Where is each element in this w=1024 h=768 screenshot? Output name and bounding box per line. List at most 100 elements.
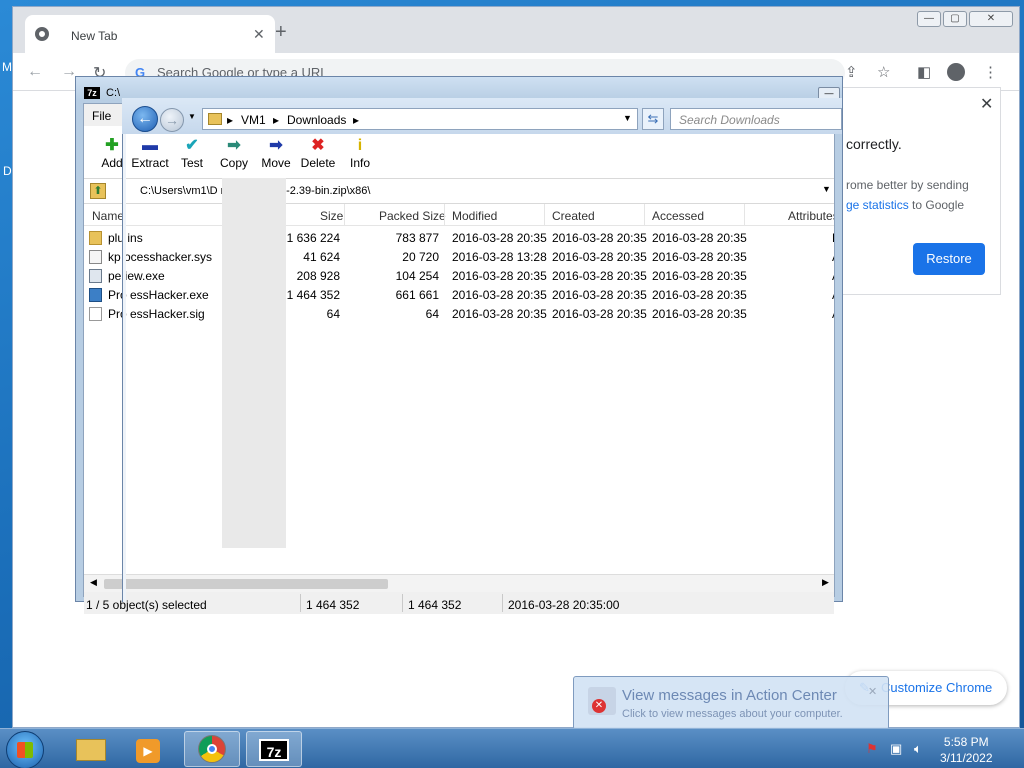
close-window-button[interactable]: ✕: [969, 11, 1013, 27]
refresh-icon[interactable]: ⇆: [642, 108, 664, 130]
tab-new-tab[interactable]: New Tab ✕: [25, 15, 275, 53]
customize-label: Customize Chrome: [881, 680, 993, 695]
column-modified[interactable]: Modified: [452, 209, 497, 223]
cell-accessed: 2016-03-28 20:35: [652, 269, 747, 283]
cell-packed: 20 720: [402, 250, 439, 264]
column-name[interactable]: Name: [92, 209, 124, 223]
cell-accessed: 2016-03-28 20:35: [652, 288, 747, 302]
toolbar-label: Extract: [131, 156, 169, 170]
network-icon[interactable]: ▣: [890, 741, 902, 757]
recent-dropdown-icon[interactable]: ▼: [188, 112, 196, 121]
test-check-icon: ✔: [185, 137, 199, 154]
maximize-button[interactable]: ▢: [943, 11, 967, 27]
column-divider: [344, 204, 345, 226]
move-arrow-icon: ➡: [269, 137, 283, 154]
column-packed-size[interactable]: Packed Size: [379, 209, 446, 223]
usage-statistics-link[interactable]: ge statistics: [846, 198, 909, 212]
info-button[interactable]: i Info: [336, 136, 384, 170]
scroll-right-icon[interactable]: ▶: [822, 577, 829, 588]
clock-time: 5:58 PM: [943, 735, 989, 749]
delete-x-icon: ✖: [311, 137, 325, 154]
copy-button[interactable]: ➡ Copy: [210, 136, 258, 170]
7zip-icon: 7z: [259, 739, 289, 761]
breadcrumb-vm1[interactable]: VM1: [241, 113, 266, 127]
close-icon[interactable]: ✕: [253, 26, 265, 43]
close-icon[interactable]: ✕: [868, 685, 877, 698]
clock[interactable]: 5:58 PM 3/11/2022: [940, 734, 993, 766]
breadcrumb-separator-icon: ▸: [227, 113, 234, 127]
delete-button[interactable]: ✖ Delete: [294, 136, 342, 170]
move-button[interactable]: ➡ Move: [252, 136, 300, 170]
path-bar: ⬆ C:\Users\vm1\D rocesshacker-2.39-bin.z…: [84, 178, 834, 204]
7zip-window: 7z C:\ — File ✚ Add ▬ Extract ✔ Test ➡ Copy …: [75, 76, 843, 614]
chevron-down-icon[interactable]: ▼: [623, 113, 632, 123]
table-row[interactable]: kp ocesshacker.sys 41 624 20 720 2016-03…: [84, 248, 834, 267]
taskbar-explorer[interactable]: [64, 731, 120, 767]
table-row[interactable]: Pro essHacker.sig 64 64 2016-03-28 20:35…: [84, 305, 834, 324]
taskbar-7zip[interactable]: 7z: [246, 731, 302, 767]
chrome-icon: [198, 735, 226, 763]
horizontal-scrollbar[interactable]: ◀ ▶: [84, 574, 834, 592]
test-button[interactable]: ✔ Test: [168, 136, 216, 170]
popup-text: rome better by sending: [846, 178, 969, 192]
column-created[interactable]: Created: [552, 209, 595, 223]
close-icon[interactable]: ✕: [980, 94, 993, 114]
table-row[interactable]: pe iew.exe 208 928 104 254 2016-03-28 20…: [84, 267, 834, 286]
status-divider: [502, 594, 503, 612]
star-icon[interactable]: ☆: [877, 63, 890, 81]
toolbar-label: Add: [101, 156, 123, 170]
kebab-menu-icon[interactable]: ⋮: [983, 63, 998, 81]
7zip-app-icon: 7z: [84, 87, 100, 99]
search-input[interactable]: Search Downloads: [670, 108, 842, 130]
breadcrumb-separator-icon: ▸: [353, 113, 360, 127]
taskbar-media-player[interactable]: ▶: [122, 731, 178, 767]
7zip-client: File ✚ Add ▬ Extract ✔ Test ➡ Copy ➡ Move ✖ De…: [83, 103, 835, 614]
back-arrow-icon[interactable]: ←: [27, 63, 43, 81]
cell-created: 2016-03-28 20:35: [552, 250, 647, 264]
scroll-left-icon[interactable]: ◀: [90, 577, 97, 588]
extract-button[interactable]: ▬ Extract: [126, 136, 174, 170]
column-attributes[interactable]: Attributes: [788, 209, 834, 223]
cell-packed: 661 661: [395, 288, 439, 302]
minimize-button[interactable]: —: [917, 11, 941, 27]
folder-icon: [208, 113, 222, 125]
breadcrumb-downloads[interactable]: Downloads: [287, 113, 346, 127]
taskbar-chrome[interactable]: [184, 731, 240, 767]
cell-attributes: A: [832, 307, 834, 321]
clock-date: 3/11/2022: [940, 751, 993, 765]
cell-accessed: 2016-03-28 20:35: [652, 231, 747, 245]
restore-button[interactable]: Restore: [913, 243, 985, 275]
action-center-balloon[interactable]: ✕ View messages in Action Center Click t…: [573, 676, 889, 730]
table-row[interactable]: Pro essHacker.exe 1 464 352 661 661 2016…: [84, 286, 834, 305]
exe-file-icon: [89, 269, 102, 283]
toolbar-label: Delete: [300, 156, 336, 170]
action-center-tray-icon[interactable]: ⚑: [866, 741, 878, 757]
profile-avatar[interactable]: [947, 63, 965, 81]
cell-packed: 783 877: [395, 231, 439, 245]
file-list: Name Size Packed Size Modified Created A…: [84, 204, 834, 574]
volume-icon[interactable]: 🔈︎: [914, 741, 922, 757]
balloon-title: View messages in Action Center: [622, 687, 837, 704]
table-row[interactable]: plu ins 1 636 224 783 877 2016-03-28 20:…: [84, 229, 834, 248]
menu-file[interactable]: File: [92, 109, 111, 123]
column-accessed[interactable]: Accessed: [652, 209, 704, 223]
popup-text: correctly.: [846, 136, 902, 152]
cell-modified: 2016-03-28 20:35: [452, 269, 547, 283]
new-tab-plus-icon[interactable]: +: [275, 22, 287, 42]
column-size[interactable]: Size: [320, 209, 343, 223]
chevron-down-icon[interactable]: ▼: [822, 184, 831, 194]
share-icon[interactable]: ⇪: [845, 63, 858, 81]
cell-attributes: A: [832, 288, 834, 302]
extract-icon: ▬: [142, 137, 158, 154]
folder-up-icon[interactable]: ⬆: [90, 183, 106, 199]
column-divider: [644, 204, 645, 226]
forward-arrow-icon[interactable]: →: [160, 108, 184, 132]
cell-attributes: A: [832, 250, 834, 264]
column-divider: [744, 204, 745, 226]
address-bar[interactable]: ▸ VM1 ▸ Downloads ▸ ▼: [202, 108, 638, 130]
back-arrow-icon[interactable]: ←: [132, 106, 158, 132]
start-button[interactable]: [6, 731, 44, 768]
status-selected: 1 / 5 object(s) selected: [86, 598, 207, 612]
side-panel-icon[interactable]: ◧: [917, 63, 931, 81]
scrollbar-thumb[interactable]: [104, 579, 388, 589]
